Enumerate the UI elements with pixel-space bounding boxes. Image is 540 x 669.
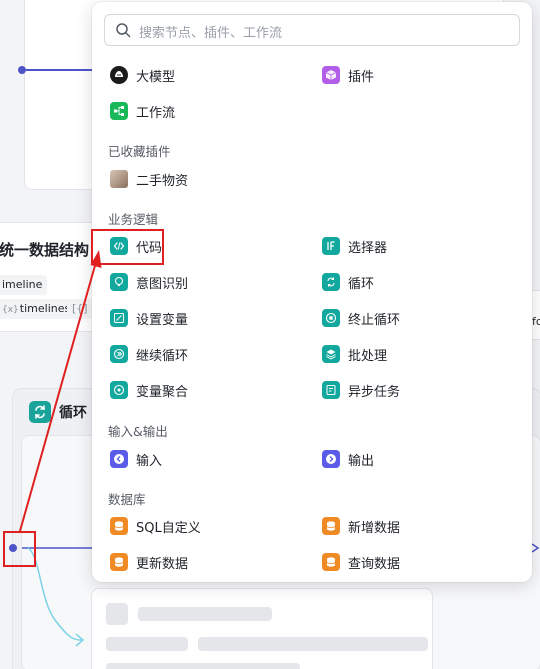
continue-loop-icon — [110, 345, 128, 363]
search-placeholder: 搜索节点、插件、工作流 — [139, 26, 283, 41]
item-input[interactable]: 输入 — [110, 447, 162, 471]
item-intent[interactable]: 意图识别 — [110, 270, 188, 294]
set-variable-icon — [110, 309, 128, 327]
item-sql[interactable]: SQL自定义 — [110, 514, 201, 538]
item-favorite-plugin[interactable]: 二手物资 — [110, 167, 188, 191]
section-title-database: 数据库 — [108, 492, 146, 507]
skeleton-node — [91, 588, 433, 669]
section-title-favorites: 已收藏插件 — [108, 144, 171, 159]
search-input[interactable]: 搜索节点、插件、工作流 — [104, 14, 520, 46]
batch-icon — [322, 345, 340, 363]
avatar-thumbnail — [110, 170, 128, 188]
item-continue-loop[interactable]: 继续循环 — [110, 342, 188, 366]
item-llm[interactable]: 大模型 — [110, 63, 175, 87]
database-add-icon — [322, 517, 340, 535]
item-workflow[interactable]: 工作流 — [110, 99, 175, 123]
item-selector[interactable]: 选择器 — [322, 234, 387, 258]
intent-icon — [110, 273, 128, 291]
output-icon — [322, 450, 340, 468]
item-batch[interactable]: 批处理 — [322, 342, 387, 366]
item-db-query[interactable]: 查询数据 — [322, 550, 400, 574]
database-query-icon — [322, 553, 340, 571]
database-icon — [110, 517, 128, 535]
section-title-logic: 业务逻辑 — [108, 212, 159, 227]
item-set-variable[interactable]: 设置变量 — [110, 306, 188, 330]
item-db-add[interactable]: 新增数据 — [322, 514, 400, 538]
if-icon — [322, 237, 340, 255]
input-icon — [110, 450, 128, 468]
database-update-icon — [110, 553, 128, 571]
item-db-update[interactable]: 更新数据 — [110, 550, 188, 574]
variable-aggregate-icon — [110, 381, 128, 399]
loop-icon — [322, 273, 340, 291]
item-async-task[interactable]: 异步任务 — [322, 378, 400, 402]
item-loop[interactable]: 循环 — [322, 270, 374, 294]
highlight-box-port — [3, 531, 36, 567]
async-task-icon — [322, 381, 340, 399]
workflow-icon — [110, 102, 128, 120]
section-title-io: 输入&输出 — [108, 424, 168, 439]
search-icon — [115, 22, 131, 42]
llm-icon — [110, 66, 128, 84]
plugin-icon — [322, 66, 340, 84]
item-output[interactable]: 输出 — [322, 447, 374, 471]
stop-loop-icon — [322, 309, 340, 327]
item-stop-loop[interactable]: 终止循环 — [322, 306, 400, 330]
highlight-box-code — [91, 229, 164, 265]
add-node-panel: 搜索节点、插件、工作流 大模型 插件 工作流 已收藏插件 二手物资 业务逻辑 代… — [92, 2, 532, 582]
item-variable-aggregate[interactable]: 变量聚合 — [110, 378, 188, 402]
item-plugin[interactable]: 插件 — [322, 63, 374, 87]
